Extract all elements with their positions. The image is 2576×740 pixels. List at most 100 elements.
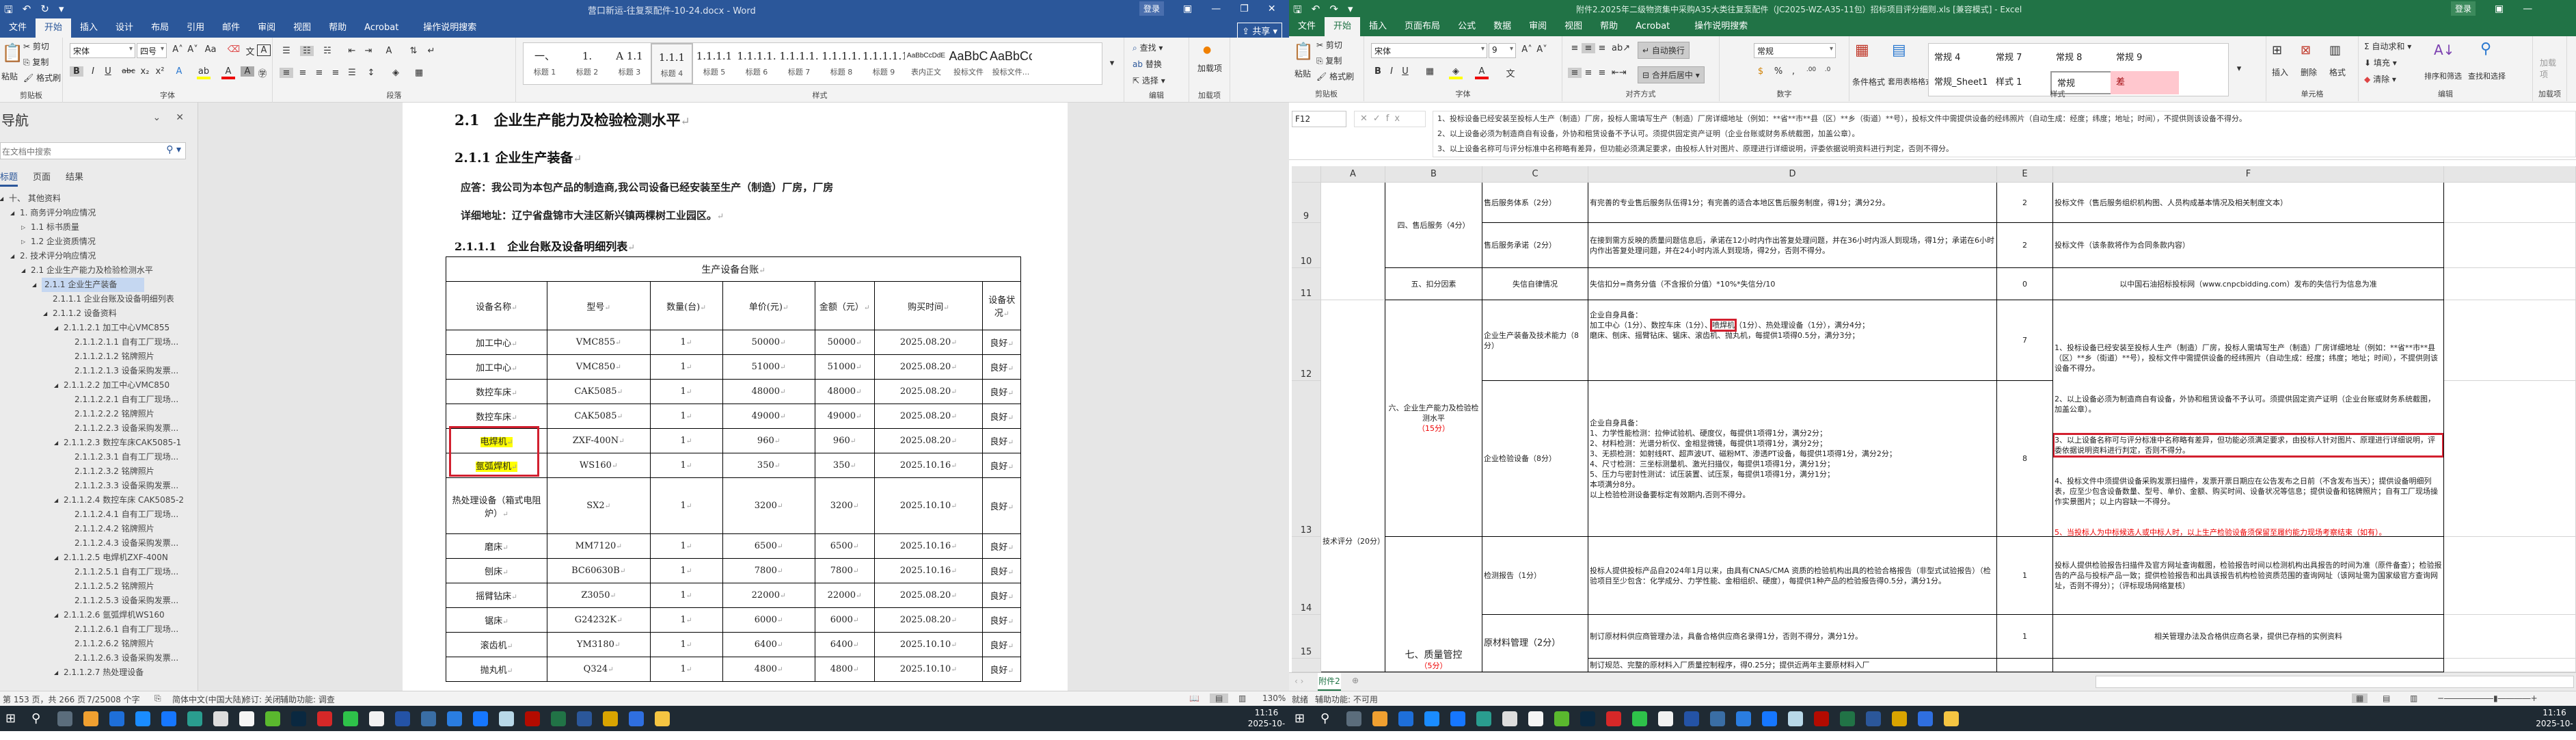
row-header-10[interactable]: 10 (1292, 223, 1321, 268)
file-explorer-taskbar-icon[interactable] (655, 711, 670, 726)
phonetic-icon[interactable]: 文 (1504, 66, 1517, 79)
multilevel-list-icon[interactable]: ☵ (321, 46, 334, 56)
format-as-table-icon[interactable]: ▤ (1892, 42, 1906, 59)
nav-tab-results[interactable]: 结果 (66, 170, 83, 187)
xin-taskbar-icon[interactable] (421, 711, 436, 726)
format-as-table-button[interactable]: 套用表格格式 (1888, 76, 1933, 87)
tell-me-search[interactable]: 操作说明搜索 (414, 18, 485, 38)
q-app-taskbar-icon[interactable] (1736, 711, 1751, 726)
cell-g11[interactable] (2444, 268, 2576, 300)
petrochina-taskbar-icon[interactable] (317, 711, 332, 726)
vs-app-taskbar-icon[interactable] (1684, 711, 1699, 726)
cell-d14[interactable]: 投标人提供投标产品自2024年1月以来，由具有CNAS/CMA 资质的检验机构出… (1588, 537, 1997, 615)
web-layout-icon[interactable]: ▥ (1238, 693, 1246, 703)
cell-e10[interactable]: 2 (1997, 223, 2053, 268)
clear-format-icon[interactable]: ⌫ (227, 44, 241, 55)
row-header-14[interactable]: 14 (1292, 537, 1321, 615)
cell-g13[interactable] (2444, 381, 2576, 537)
page-break-icon[interactable]: ▥ (2410, 693, 2417, 703)
restore-icon[interactable]: ❐ (1240, 3, 1249, 14)
minimize-icon[interactable]: — (1211, 3, 1221, 14)
page-layout-icon[interactable]: ▤ (2383, 693, 2390, 703)
cell-b12[interactable]: 六、企业生产能力及检验检测水平 （15分） (1385, 300, 1482, 537)
cell-style-item[interactable]: 常规 8 (2050, 47, 2119, 70)
excel-taskbar-icon[interactable] (551, 711, 566, 726)
share-button[interactable]: ⇪ 共享 ▾ (1237, 23, 1282, 38)
distributed-icon[interactable]: ☰ (345, 68, 359, 78)
accessibility-status[interactable]: 辅助功能: 调查 (280, 693, 335, 705)
fill-color-icon[interactable]: ◈ (1449, 66, 1463, 79)
nav-heading-item[interactable]: ◢ 1. 商务评分响应情况 (0, 206, 188, 220)
cell-style-item[interactable]: 常规 7 (1990, 47, 2059, 70)
row-header-13[interactable]: 13 (1292, 381, 1321, 537)
tab-7[interactable]: 视图 (1556, 17, 1591, 36)
nav-heading-item[interactable]: ◢ 2.1.1.2.2 加工中心VMC850 (0, 378, 188, 393)
cell-d11[interactable]: 失信扣分=商务分值（不含报价分值）*10%*失信分/10 (1588, 268, 1997, 300)
login-button[interactable]: 登录 (1139, 1, 1165, 16)
collapse-triangle-icon[interactable]: ◢ (10, 206, 14, 220)
collapse-triangle-icon[interactable]: ◢ (54, 665, 58, 680)
cell-b11[interactable]: 五、扣分因素 (1385, 268, 1482, 300)
track-changes[interactable]: 修订: 关闭 (243, 693, 281, 705)
align-top-icon[interactable]: ≡ (1568, 43, 1582, 53)
formula-buttons[interactable]: ✕✓fx (1354, 111, 1426, 127)
q-app-taskbar-icon[interactable] (447, 711, 462, 726)
font-color-icon[interactable]: A (1475, 66, 1489, 79)
cell-f11[interactable]: 以中国石油招标投标网（www.cnpcbidding.com）发布的失信行为信息… (2053, 268, 2444, 300)
style-item[interactable]: 1.1.1 标题 4 (651, 43, 693, 84)
nav-heading-item[interactable]: 2.1.1.2.5.2 铭牌照片 (0, 579, 188, 594)
sync-taskbar-icon[interactable] (1476, 711, 1491, 726)
taskbar-clock[interactable]: 11:16 2025-10-21 (2533, 707, 2576, 740)
nav-close-icon[interactable]: ✕ (176, 112, 184, 123)
ribbon-display-icon[interactable]: ▣ (2495, 3, 2504, 14)
line-spacing-icon[interactable]: ↕ (364, 68, 378, 78)
column-header-d[interactable]: D (1588, 166, 1997, 183)
tab-5[interactable]: 数据 (1484, 17, 1520, 36)
cell-c12[interactable]: 企业生产装备及技术能力（8分） (1482, 300, 1588, 381)
align-right-icon[interactable]: ≡ (312, 68, 326, 78)
sort-icon[interactable]: ⇅ (407, 46, 420, 56)
indent-icon[interactable]: ⇤⇥ (1612, 68, 1627, 78)
nav-heading-item[interactable]: ▷ 1.1 标书质量 (0, 220, 188, 235)
find-select-icon[interactable]: ⚲ (2480, 40, 2491, 57)
redo-icon[interactable]: ↻ (40, 3, 49, 20)
style-item[interactable]: 1.1.1.1. 标题 7 (778, 43, 820, 84)
cell-style-item[interactable]: 常规 4 (1929, 47, 1997, 70)
align-right-icon[interactable]: ≡ (1595, 68, 1609, 78)
grow-font-icon[interactable]: A˄ (1520, 44, 1534, 55)
cell-f9[interactable]: 投标文件（售后服务组织机构图、人员构成基本情况及相关制度文本） (2053, 183, 2444, 223)
nav-heading-item[interactable]: 2.1.1.2.6.3 设备采购发票... (0, 651, 188, 665)
petrochina-taskbar-icon[interactable] (1606, 711, 1621, 726)
collapse-triangle-icon[interactable]: ◢ (54, 378, 58, 393)
style-item[interactable]: AaBbCcDdE 表内正文 (905, 43, 947, 84)
currency-icon[interactable]: $ (1754, 66, 1767, 77)
autosum-button[interactable]: Σ 自动求和 ▾ (2364, 40, 2411, 52)
expand-triangle-icon[interactable]: ▷ (21, 235, 25, 249)
conditional-format-icon[interactable]: ▦ (1855, 42, 1869, 59)
print-layout-icon[interactable]: ▤ (1210, 693, 1229, 703)
tab-0[interactable]: 文件 (0, 18, 36, 38)
align-bottom-icon[interactable]: ≡ (1595, 43, 1609, 53)
photoshop-taskbar-icon[interactable] (1580, 711, 1595, 726)
shading-icon[interactable]: ◈ (389, 68, 403, 78)
excel-taskbar-icon[interactable] (1840, 711, 1855, 726)
insert-cells-button[interactable]: 插入 (2272, 66, 2288, 78)
cell-c10[interactable]: 售后服务承诺（2分） (1482, 223, 1588, 268)
sheet-tab-attachment-2[interactable]: 附件2 (1318, 673, 1341, 691)
addins-button[interactable]: 加载项 (1196, 62, 1223, 74)
cell-f15[interactable]: 相关管理办法及合格供应商名录，提供已存档的实例资料 (2053, 615, 2444, 659)
format-painter-button[interactable]: 🖌 格式刷 (23, 72, 61, 83)
nav-heading-item[interactable]: ▷ 1.2 企业资质情况 (0, 235, 188, 249)
cell-e14[interactable]: 1 (1997, 537, 2053, 615)
highlight-icon[interactable]: ab (197, 66, 211, 79)
nav-heading-item[interactable]: 2.1.1.2.5.3 设备采购发票... (0, 594, 188, 608)
text-effects-icon[interactable]: A (172, 66, 186, 77)
pen-tool-taskbar-icon[interactable] (1554, 711, 1569, 726)
tab-5[interactable]: 引用 (178, 18, 213, 38)
nav-heading-item[interactable]: 2.1.1.2.6.2 铭牌照片 (0, 637, 188, 651)
style-item[interactable]: 1.1.1.1. 标题 8 (820, 43, 863, 84)
cell-c14[interactable]: 检测报告（1分） (1482, 537, 1588, 615)
login-button[interactable]: 登录 (2451, 1, 2476, 16)
photoshop-taskbar-icon[interactable] (291, 711, 306, 726)
cell-c15[interactable]: 原材料管理（2分） (1482, 615, 1588, 672)
